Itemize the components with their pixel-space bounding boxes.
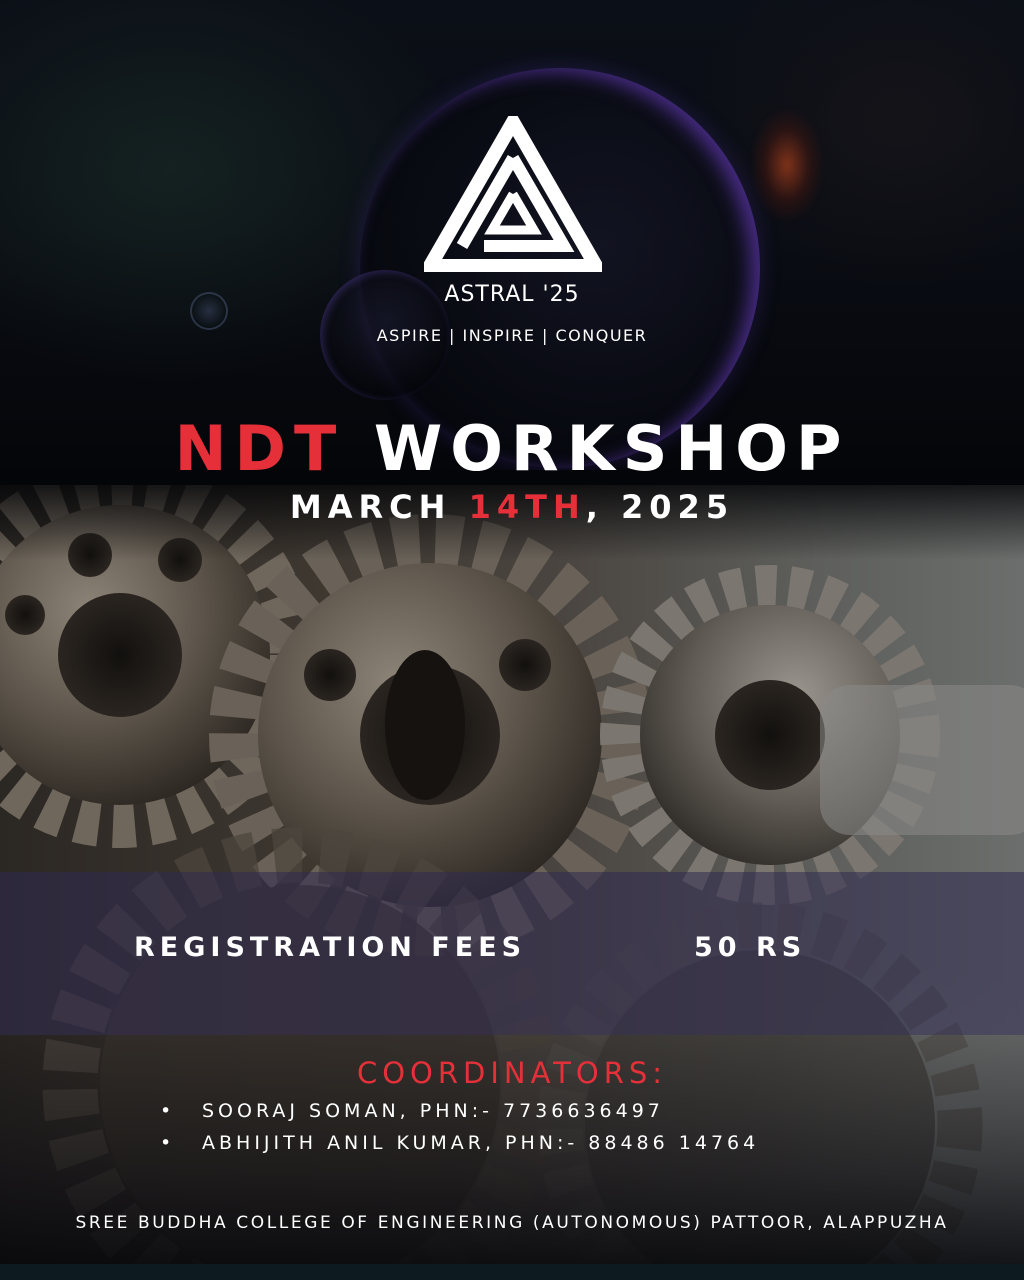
event-title-workshop: WORKSHOP <box>344 412 850 485</box>
registration-fee-value: 50 RS <box>694 932 807 963</box>
event-date-month: MARCH <box>289 488 469 526</box>
ember-glow-graphic <box>752 110 822 220</box>
coordinators-list: • SOORAJ SOMAN, PHN:- 7736636497 • ABHIJIT… <box>160 1100 759 1164</box>
college-footer: SREE BUDDHA COLLEGE OF ENGINEERING (AUTO… <box>75 1213 949 1233</box>
coordinators-title: COORDINATORS: <box>356 1056 668 1090</box>
bullet-icon: • <box>160 1100 176 1122</box>
event-poster: ASTRAL '25 ASPIRE | INSPIRE | CONQUER ND… <box>0 0 1024 1280</box>
bottom-strip <box>0 1264 1024 1280</box>
coordinator-item: • ABHIJITH ANIL KUMAR, PHN:- 88486 14764 <box>160 1132 759 1164</box>
event-title-ndt: NDT <box>174 412 345 485</box>
coordinator-text: SOORAJ SOMAN, PHN:- 7736636497 <box>202 1100 664 1122</box>
registration-fees-label: REGISTRATION FEES <box>134 932 527 963</box>
astral-triangle-logo-icon <box>424 116 602 272</box>
event-date-year: , 2025 <box>585 488 735 526</box>
coordinator-item: • SOORAJ SOMAN, PHN:- 7736636497 <box>160 1100 759 1132</box>
event-date: MARCH 14TH, 2025 <box>0 488 1024 526</box>
bullet-icon: • <box>160 1132 176 1154</box>
event-title: NDT WORKSHOP <box>0 412 1024 485</box>
event-date-day: 14TH <box>468 488 586 526</box>
shaft-graphic <box>820 685 1024 835</box>
coordinator-text: ABHIJITH ANIL KUMAR, PHN:- 88486 14764 <box>202 1132 760 1154</box>
brand-tagline: ASPIRE | INSPIRE | CONQUER <box>376 326 648 345</box>
brand-name: ASTRAL '25 <box>444 282 580 307</box>
